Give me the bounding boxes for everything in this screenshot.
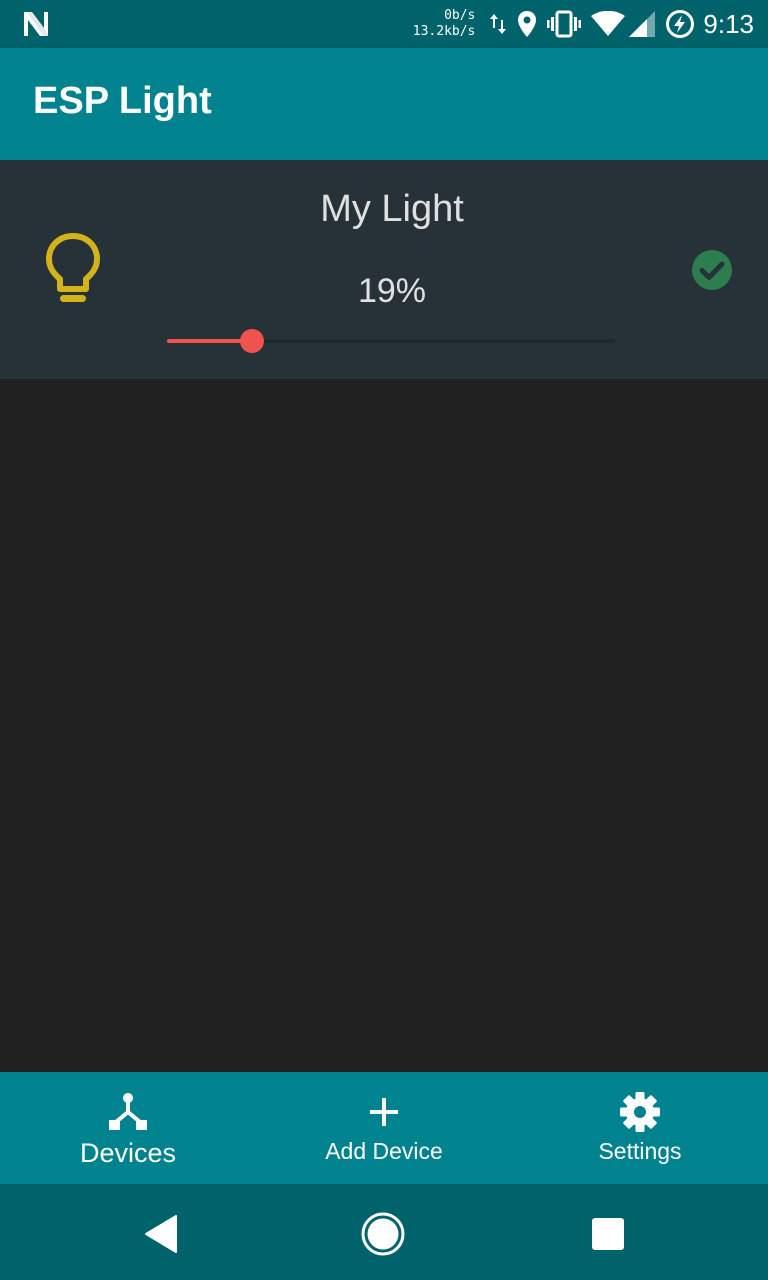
status-bar: 0b/s 13.2kb/s 9:13 [0, 0, 768, 48]
nav-label-add-device: Add Device [325, 1138, 443, 1164]
recents-icon[interactable] [586, 1212, 630, 1256]
device-name: My Light [320, 188, 464, 230]
app-title: ESP Light [33, 80, 212, 122]
nav-label-settings: Settings [598, 1138, 682, 1164]
device-card[interactable]: My Light 19% [0, 160, 768, 379]
cell-signal-icon [629, 0, 656, 48]
nav-item-devices[interactable]: Devices [0, 1072, 256, 1184]
wifi-icon [591, 0, 626, 48]
gear-icon [620, 1092, 660, 1132]
nav-item-add-device[interactable]: Add Device [256, 1072, 512, 1184]
brightness-slider[interactable] [167, 328, 615, 354]
home-icon[interactable] [361, 1212, 405, 1256]
plus-icon [370, 1098, 398, 1126]
app-bar: ESP Light [0, 48, 768, 160]
devices-icon [109, 1093, 147, 1130]
notification-n-icon [24, 12, 48, 36]
network-speed: 0b/s 13.2kb/s [413, 8, 476, 40]
bottom-navigation: Devices Add Device Settings [0, 1072, 768, 1184]
slider-thumb[interactable] [240, 329, 265, 353]
nav-label-devices: Devices [79, 1138, 177, 1168]
battery-charging-icon [665, 0, 695, 48]
check-circle-icon [692, 250, 732, 290]
clock: 9:13 [703, 8, 754, 39]
location-icon [517, 0, 537, 48]
vibrate-icon [547, 0, 582, 48]
data-transfer-icon [489, 0, 507, 48]
net-speed-up: 0b/s [444, 8, 476, 23]
net-speed-down: 13.2kb/s [412, 24, 476, 39]
nav-item-settings[interactable]: Settings [512, 1072, 768, 1184]
system-navigation-bar [0, 1184, 768, 1280]
device-level-text: 19% [357, 272, 427, 310]
back-icon[interactable] [140, 1212, 184, 1256]
